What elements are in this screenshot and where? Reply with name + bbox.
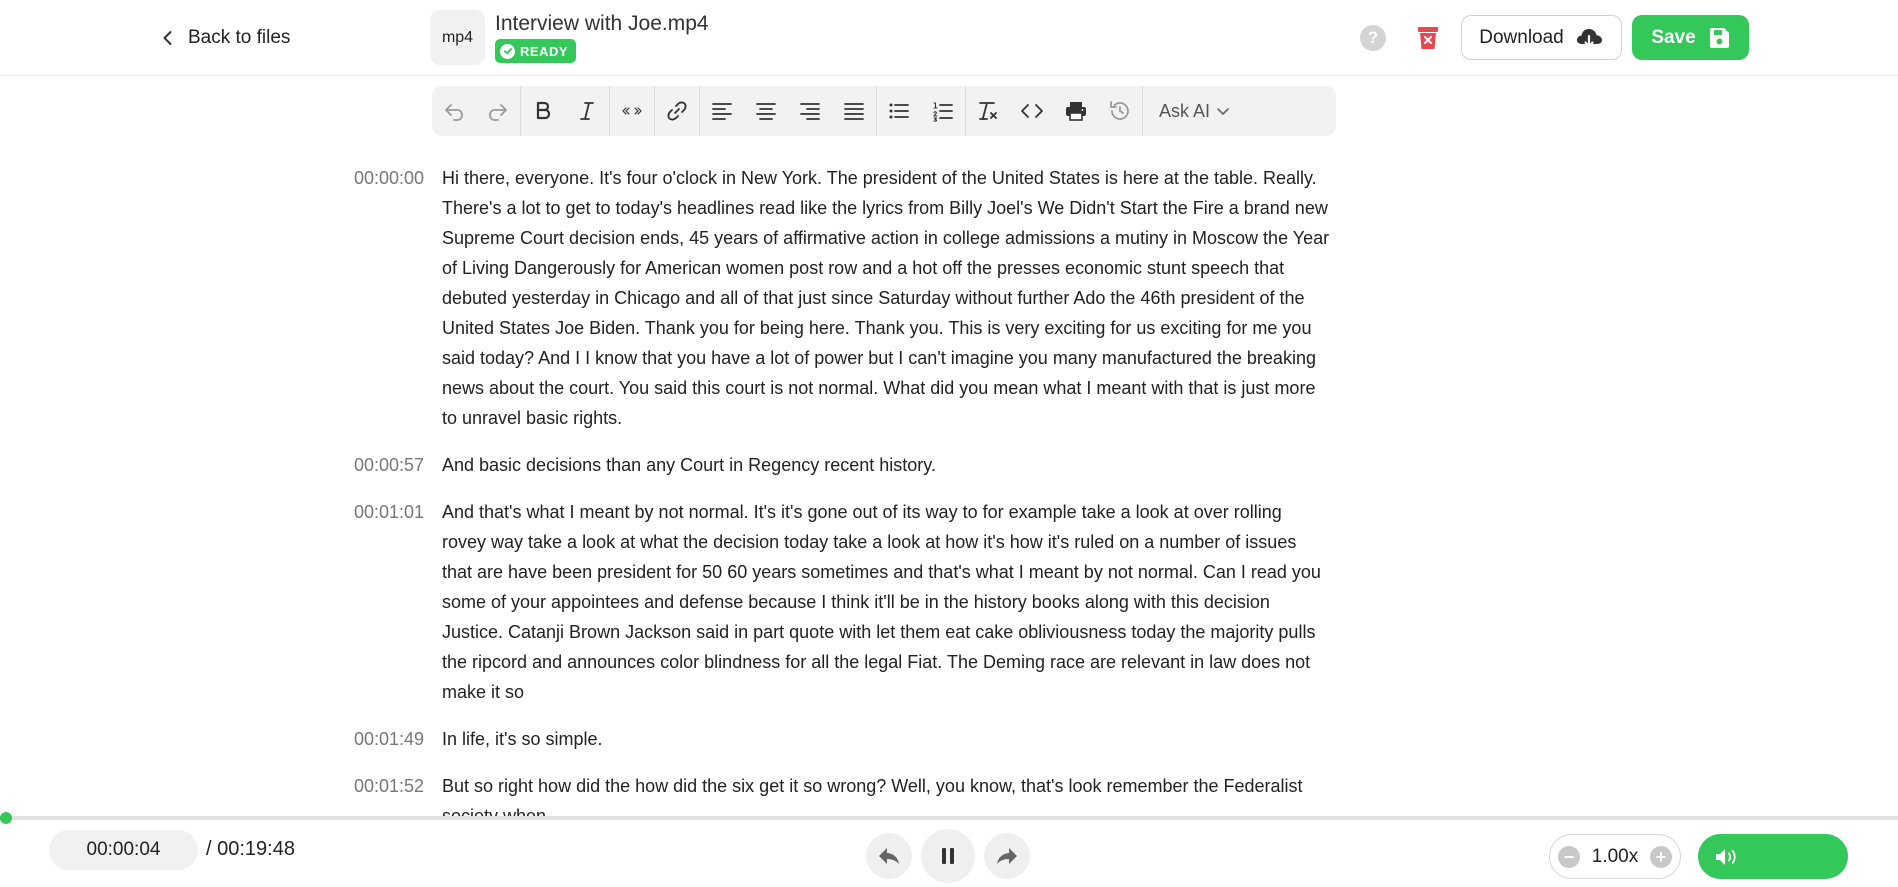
segment-text[interactable]: In life, it's so simple. xyxy=(442,724,1330,754)
volume-button[interactable] xyxy=(1698,834,1848,879)
align-right-icon xyxy=(800,103,820,120)
download-label: Download xyxy=(1479,26,1564,48)
chevron-left-icon xyxy=(163,31,172,45)
link-icon xyxy=(667,101,687,121)
link-button[interactable] xyxy=(655,86,699,136)
segment-timestamp[interactable]: 00:00:57 xyxy=(350,450,442,480)
transcript-editor[interactable]: 00:00:00 Hi there, everyone. It's four o… xyxy=(350,163,1340,816)
rewind-button[interactable] xyxy=(866,833,912,879)
bullet-list-button[interactable] xyxy=(877,86,921,136)
quote-icon xyxy=(622,107,642,115)
code-icon xyxy=(1021,104,1043,118)
history-button[interactable] xyxy=(1098,86,1142,136)
file-title: Interview with Joe.mp4 xyxy=(495,12,709,35)
segment-timestamp[interactable]: 00:01:52 xyxy=(350,771,442,816)
download-button[interactable]: Download xyxy=(1461,15,1622,60)
rewind-icon xyxy=(879,848,899,864)
segment-timestamp[interactable]: 00:00:00 xyxy=(350,163,442,433)
status-label: READY xyxy=(520,43,569,59)
align-left-button[interactable] xyxy=(700,86,744,136)
back-label: Back to files xyxy=(188,27,291,48)
playback-speed-control: − 1.00x + xyxy=(1549,834,1681,879)
current-time-field[interactable]: 00:00:04 xyxy=(49,830,198,870)
clear-format-button[interactable] xyxy=(966,86,1010,136)
app-header: Back to files mp4 Interview with Joe.mp4… xyxy=(0,0,1898,76)
forward-icon xyxy=(997,848,1017,864)
align-center-icon xyxy=(756,103,776,120)
cloud-download-icon xyxy=(1576,28,1602,48)
help-icon[interactable]: ? xyxy=(1360,25,1386,51)
transcript-segment: 00:01:52 But so right how did the how di… xyxy=(350,771,1340,816)
align-center-button[interactable] xyxy=(744,86,788,136)
status-badge: READY xyxy=(495,39,577,63)
editor-toolbar: Ask AI xyxy=(432,86,1336,136)
redo-icon xyxy=(489,104,507,121)
italic-button[interactable] xyxy=(565,86,609,136)
align-justify-button[interactable] xyxy=(832,86,876,136)
transcript-segment: 00:00:00 Hi there, everyone. It's four o… xyxy=(350,163,1340,433)
segment-text[interactable]: Hi there, everyone. It's four o'clock in… xyxy=(442,163,1330,433)
segment-text[interactable]: And that's what I meant by not normal. I… xyxy=(442,497,1330,707)
segment-timestamp[interactable]: 00:01:01 xyxy=(350,497,442,707)
back-to-files-link[interactable]: Back to files xyxy=(160,22,290,54)
redo-button[interactable] xyxy=(476,86,520,136)
italic-icon xyxy=(580,102,594,120)
ask-ai-dropdown[interactable]: Ask AI xyxy=(1143,86,1246,136)
align-justify-icon xyxy=(844,103,864,120)
transcript-segment: 00:00:57 And basic decisions than any Co… xyxy=(350,450,1340,480)
pause-icon xyxy=(942,848,954,864)
forward-button[interactable] xyxy=(984,833,1030,879)
numbered-list-icon xyxy=(933,102,953,122)
speed-decrease-button[interactable]: − xyxy=(1558,845,1580,868)
delete-icon[interactable] xyxy=(1416,25,1440,51)
print-button[interactable] xyxy=(1054,86,1098,136)
segment-timestamp[interactable]: 00:01:49 xyxy=(350,724,442,754)
ask-ai-label: Ask AI xyxy=(1159,100,1211,121)
speed-value: 1.00x xyxy=(1591,845,1639,867)
volume-icon xyxy=(1716,848,1736,865)
check-circle-icon xyxy=(500,43,515,59)
history-icon xyxy=(1110,101,1129,120)
clear-format-icon xyxy=(979,102,997,120)
transcript-segment: 00:01:01 And that's what I meant by not … xyxy=(350,497,1340,707)
bold-button[interactable] xyxy=(521,86,565,136)
floppy-disk-icon xyxy=(1709,27,1729,48)
bullet-list-icon xyxy=(889,103,909,119)
speed-increase-button[interactable]: + xyxy=(1649,845,1672,868)
quote-button[interactable] xyxy=(610,86,654,136)
transcript-segment: 00:01:49 In life, it's so simple. xyxy=(350,724,1340,754)
undo-button[interactable] xyxy=(432,86,476,136)
align-right-button[interactable] xyxy=(788,86,832,136)
undo-icon xyxy=(445,104,463,121)
segment-text[interactable]: And basic decisions than any Court in Re… xyxy=(442,450,1330,480)
pause-button[interactable] xyxy=(921,829,975,883)
print-icon xyxy=(1066,102,1086,121)
code-button[interactable] xyxy=(1010,86,1054,136)
chevron-down-icon xyxy=(1217,108,1229,115)
save-button[interactable]: Save xyxy=(1632,15,1749,60)
save-label: Save xyxy=(1651,26,1696,48)
segment-text[interactable]: But so right how did the how did the six… xyxy=(442,771,1330,816)
bold-icon xyxy=(536,101,551,120)
progress-handle[interactable] xyxy=(0,812,13,824)
playback-progress-bar[interactable] xyxy=(0,812,1898,824)
align-left-icon xyxy=(712,103,732,120)
numbered-list-button[interactable] xyxy=(921,86,965,136)
file-type-badge: mp4 xyxy=(430,10,485,65)
total-duration: / 00:19:48 xyxy=(206,838,295,860)
